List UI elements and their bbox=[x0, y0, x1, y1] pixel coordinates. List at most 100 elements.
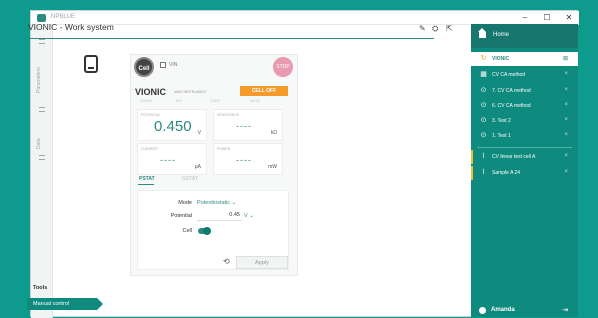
vin-checkbox[interactable] bbox=[160, 62, 166, 68]
app-name: NPBLUE bbox=[51, 14, 76, 20]
resistance-readout-unit: kΩ bbox=[270, 130, 277, 136]
mode-select[interactable]: Potentiostatic ⌄ bbox=[197, 200, 236, 206]
parameters-tab[interactable]: Parameters bbox=[36, 67, 42, 93]
edit-icon[interactable]: ✎ bbox=[419, 24, 426, 33]
potential-unit: V bbox=[244, 213, 248, 219]
user-avatar-icon bbox=[479, 307, 486, 314]
resistance-readout-label: RESISTANCE bbox=[217, 113, 240, 117]
data-tab[interactable]: Data bbox=[36, 138, 42, 149]
potential-readout-value: 0.450 bbox=[154, 118, 192, 135]
sidebar-item-label: Sample A 24 bbox=[492, 170, 521, 176]
potential-readout-unit: V bbox=[197, 130, 201, 136]
potential-input[interactable]: 0.45 bbox=[197, 212, 242, 221]
sidebar-item-label: 1. Test 1 bbox=[492, 133, 511, 139]
sidebar-item-sample-a-24[interactable]: ⌇ Sample A 24 × bbox=[471, 166, 578, 180]
cell-button[interactable]: Cell bbox=[134, 57, 154, 77]
current-readout-unit: μA bbox=[194, 164, 201, 170]
potential-readout: POTENTIAL 0.450 V bbox=[137, 109, 207, 141]
cell-label: Cell bbox=[182, 228, 192, 234]
mode-label: Mode bbox=[178, 200, 192, 206]
sidebar-item-1-test-1[interactable]: ⊙ 1. Test 1 × bbox=[471, 129, 578, 143]
sidebar-item-label: 6. CV CA method bbox=[492, 103, 531, 109]
target-icon: ⊙ bbox=[480, 102, 487, 109]
instrument-device-icon[interactable] bbox=[84, 55, 98, 73]
chart-line-icon: ⌇ bbox=[481, 153, 486, 160]
user-name[interactable]: Amanda bbox=[491, 307, 515, 313]
close-icon[interactable]: × bbox=[564, 132, 568, 138]
close-icon[interactable]: × bbox=[564, 153, 568, 159]
instrument-brand: VIONIC bbox=[135, 87, 167, 97]
home-item[interactable]: Home bbox=[471, 24, 578, 48]
refresh-icon[interactable]: ⟲ bbox=[223, 257, 230, 266]
power-readout: POWER ---- mW bbox=[213, 143, 283, 175]
title-underline bbox=[26, 38, 434, 39]
home-icon bbox=[478, 28, 486, 38]
current-readout: CURRENT ---- μA bbox=[137, 143, 207, 175]
vin-label: VIN bbox=[169, 62, 178, 68]
sidebar-item-cv-linear-test-cell-a[interactable]: ⌇ CV linear test cell A × bbox=[471, 150, 578, 164]
potential-readout-label: POTENTIAL bbox=[141, 113, 161, 117]
close-icon[interactable]: × bbox=[564, 169, 568, 175]
left-side-strip: Parameters Data bbox=[31, 25, 53, 318]
sidebar-item-label: CV linear test cell A bbox=[492, 154, 536, 160]
sidebar-item-3-test-2[interactable]: ⊙ 3. Test 2 × bbox=[471, 114, 578, 128]
tab-gstat[interactable]: GSTAT bbox=[182, 176, 198, 182]
cell-status-badge: CELL OFF bbox=[240, 86, 288, 96]
right-sidebar: Home ↻ VIONIC ⊠ ▦ CV CA method × ⊙ 7. CV… bbox=[471, 24, 578, 317]
resistance-readout-value: ---- bbox=[236, 121, 252, 131]
sidebar-item-cv-ca-method[interactable]: ▦ CV CA method × bbox=[471, 68, 578, 82]
close-icon[interactable]: × bbox=[564, 117, 568, 123]
stop-button[interactable]: STOP bbox=[273, 57, 293, 77]
manual-control-tab[interactable]: Manual control bbox=[27, 298, 103, 310]
potential-unit-select[interactable]: V ⌄ bbox=[244, 213, 254, 219]
target-icon: ⊙ bbox=[480, 117, 487, 124]
close-icon[interactable]: × bbox=[564, 87, 568, 93]
power-readout-label: POWER bbox=[217, 147, 231, 151]
open-external-icon[interactable]: ⇱ bbox=[446, 24, 453, 33]
refresh-icon: ↻ bbox=[480, 55, 487, 62]
tab-pstat-indicator bbox=[138, 184, 154, 185]
grid-icon[interactable] bbox=[39, 107, 45, 112]
close-icon[interactable]: × bbox=[564, 71, 568, 77]
sidebar-item-label: 3. Test 2 bbox=[492, 118, 511, 124]
sidebar-item-vionic[interactable]: ↻ VIONIC ⊠ bbox=[471, 52, 578, 66]
sidebar-item-label: CV CA method bbox=[492, 72, 526, 78]
sidebar-item-label: VIONIC bbox=[492, 56, 510, 62]
tab-pstat[interactable]: PSTAT bbox=[139, 176, 155, 182]
list-icon[interactable] bbox=[39, 155, 45, 160]
close-icon[interactable]: × bbox=[564, 102, 568, 108]
instrument-subtitle: MAIN INSTRUMENT bbox=[174, 90, 207, 94]
grid-icon: ▦ bbox=[480, 71, 487, 78]
current-readout-value: ---- bbox=[160, 155, 176, 165]
potential-label: Potential bbox=[170, 213, 192, 219]
home-label: Home bbox=[493, 32, 510, 38]
chevron-down-icon: ⌄ bbox=[249, 213, 254, 219]
chevron-down-icon: ⌄ bbox=[231, 200, 237, 206]
maximize-button[interactable]: ☐ bbox=[539, 12, 555, 24]
bw-label: BW bbox=[176, 99, 182, 103]
app-logo-icon bbox=[37, 14, 46, 22]
close-tab-icon[interactable]: ⊠ bbox=[563, 55, 568, 62]
minimize-button[interactable]: – bbox=[517, 12, 533, 24]
target-icon: ⊙ bbox=[480, 87, 487, 94]
curr-label: CURR bbox=[210, 99, 221, 103]
power-readout-value: ---- bbox=[236, 155, 252, 165]
sidebar-item-7-cv-ca-method[interactable]: ⊙ 7. CV CA method × bbox=[471, 84, 578, 98]
logout-icon[interactable]: ⇥ bbox=[562, 306, 568, 314]
resistance-readout: RESISTANCE ---- kΩ bbox=[213, 109, 283, 141]
cell-toggle[interactable] bbox=[198, 227, 211, 235]
tools-label: Tools bbox=[33, 285, 48, 291]
target-icon: ⊙ bbox=[480, 132, 487, 139]
close-button[interactable]: ✕ bbox=[561, 12, 577, 24]
page-title: VIONIC - Work system bbox=[28, 22, 114, 32]
range-label: RANGE bbox=[140, 99, 153, 103]
power-readout-unit: mW bbox=[268, 164, 277, 170]
apply-button[interactable]: Apply bbox=[236, 256, 288, 269]
sidebar-item-label: 7. CV CA method bbox=[492, 88, 531, 94]
mode-select-value: Potentiostatic bbox=[197, 200, 231, 206]
sidebar-item-6-cv-ca-method[interactable]: ⊙ 6. CV CA method × bbox=[471, 99, 578, 113]
mode-short-label: MODE bbox=[250, 99, 261, 103]
chart-line-icon: ⌇ bbox=[481, 169, 486, 176]
settings-icon[interactable]: ⛭ bbox=[432, 24, 438, 34]
collapse-icon[interactable] bbox=[39, 39, 45, 44]
